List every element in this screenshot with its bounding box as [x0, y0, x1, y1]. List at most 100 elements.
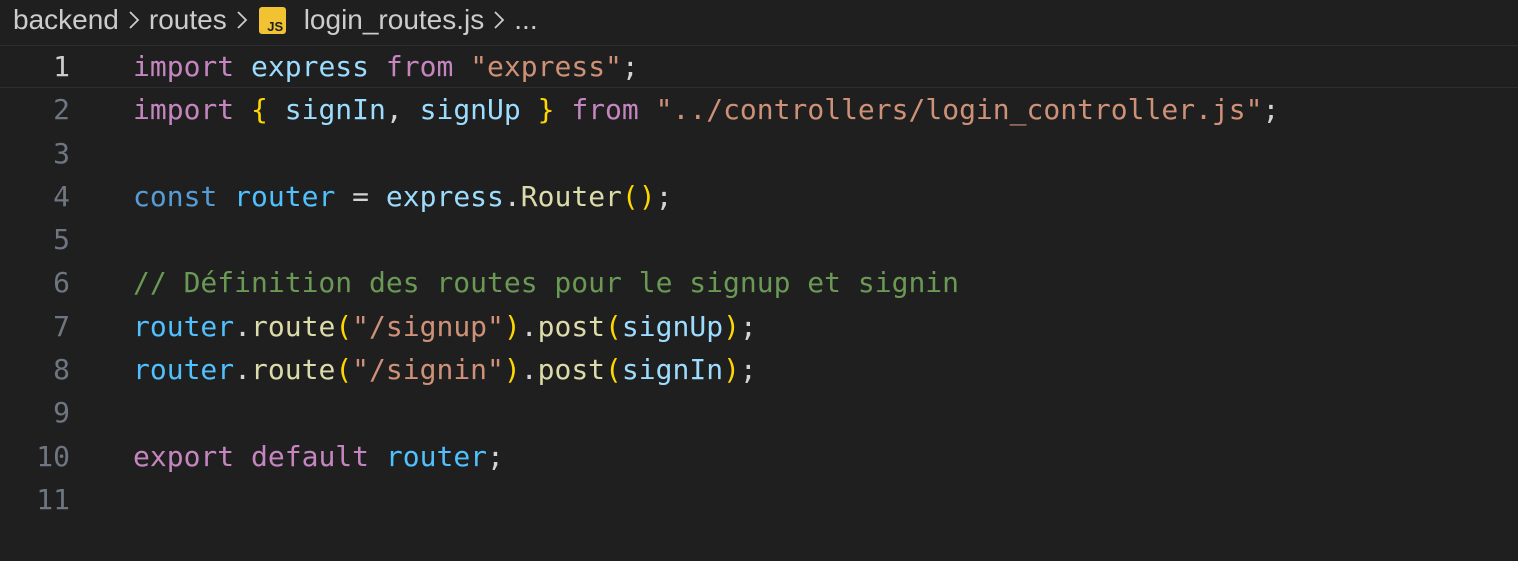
line-number: 4 — [53, 179, 70, 213]
code-text[interactable]: export default router; — [133, 435, 504, 478]
code-token: ( — [605, 353, 622, 387]
breadcrumb-symbols[interactable]: ... — [514, 4, 537, 36]
code-token: const — [133, 179, 218, 213]
code-token: ) — [503, 309, 521, 343]
code-token: route — [251, 309, 336, 343]
code-line[interactable]: 9 — [0, 391, 1518, 434]
code-line[interactable]: 4 const router = express.Router(); — [0, 175, 1518, 218]
code-token: express — [385, 179, 504, 213]
code-line[interactable]: 8 router.route("/signin").post(signIn); — [0, 348, 1518, 391]
code-text[interactable]: import express from "express"; — [133, 45, 639, 88]
code-token: signUp — [621, 309, 724, 343]
line-number: 3 — [53, 136, 70, 170]
code-token: . — [234, 309, 252, 343]
breadcrumb-folder-backend[interactable]: backend — [13, 4, 119, 36]
line-number: 2 — [53, 93, 70, 127]
chevron-right-icon — [236, 10, 248, 30]
code-token: // Définition des routes pour le signup … — [133, 266, 960, 300]
code-text[interactable]: // Définition des routes pour le signup … — [133, 261, 959, 304]
breadcrumb: backend routes JS login_routes.js ... — [0, 0, 538, 40]
code-token: default — [251, 439, 370, 473]
code-token: ) — [723, 353, 740, 387]
code-token: express — [251, 50, 370, 83]
code-token: ; — [1262, 93, 1280, 127]
code-token: signUp — [419, 93, 521, 127]
code-token: from — [571, 93, 639, 127]
code-text[interactable]: const router = express.Router(); — [133, 175, 673, 218]
code-token: "express" — [470, 50, 622, 83]
code-token: ; — [655, 179, 673, 213]
code-token: ; — [487, 439, 504, 473]
code-text[interactable]: import { signIn, signUp } from "../contr… — [133, 88, 1279, 131]
code-token: { — [251, 93, 268, 127]
code-line[interactable]: 2 import { signIn, signUp } from "../cont… — [0, 88, 1518, 131]
line-number: 8 — [53, 353, 70, 387]
line-number: 1 — [53, 50, 70, 83]
javascript-file-icon: JS — [258, 6, 286, 34]
chevron-right-icon — [128, 10, 140, 30]
code-token: post — [537, 353, 606, 387]
code-token: ( — [335, 309, 353, 343]
code-token: signIn — [284, 93, 386, 127]
code-token: import — [133, 93, 235, 127]
code-editor: backend routes JS login_routes.js ... 1 i… — [0, 0, 1518, 561]
code-token: ; — [739, 309, 757, 343]
code-token: ) — [723, 309, 740, 343]
code-line[interactable]: 7 router.route("/signup").post(signUp); — [0, 305, 1518, 348]
line-number: 5 — [53, 223, 70, 257]
code-token: "../controllers/login_controller.js" — [655, 93, 1263, 127]
code-token: . — [234, 353, 252, 387]
code-line[interactable]: 5 — [0, 218, 1518, 261]
code-token: post — [537, 309, 606, 343]
line-number: 7 — [53, 309, 70, 343]
code-token: ) — [503, 353, 521, 387]
code-token: ; — [621, 50, 639, 83]
code-text[interactable]: router.route("/signup").post(signUp); — [133, 305, 757, 348]
code-line[interactable]: 1 import express from "express"; — [0, 45, 1518, 88]
code-token: from — [385, 50, 454, 83]
code-token: export — [133, 439, 235, 473]
code-line[interactable]: 10 export default router; — [0, 435, 1518, 478]
code-token: router — [385, 439, 488, 473]
breadcrumb-file[interactable]: login_routes.js — [304, 4, 485, 36]
line-number: 10 — [36, 439, 70, 473]
code-line[interactable]: 11 — [0, 478, 1518, 521]
code-token: router — [234, 179, 336, 213]
code-token: } — [537, 93, 555, 127]
code-token: router — [133, 309, 235, 343]
js-badge-label: JS — [267, 18, 284, 34]
code-line[interactable]: 3 — [0, 132, 1518, 175]
code-token: "/signin" — [352, 353, 504, 387]
code-token: ( — [335, 353, 353, 387]
code-text[interactable]: router.route("/signin").post(signIn); — [133, 348, 757, 391]
line-number: 11 — [36, 482, 70, 516]
chevron-right-icon — [493, 10, 505, 30]
code-area[interactable]: 1 import express from "express"; 2 import {… — [0, 45, 1518, 521]
line-number: 6 — [53, 266, 70, 300]
code-token: () — [621, 179, 656, 213]
code-token: , — [385, 93, 420, 127]
code-token: import — [133, 50, 235, 83]
line-number: 9 — [53, 396, 70, 430]
code-token: ; — [739, 353, 757, 387]
code-token: signIn — [621, 353, 724, 387]
code-token: . — [520, 309, 538, 343]
code-token: "/signup" — [352, 309, 504, 343]
code-token: route — [251, 353, 336, 387]
code-token: = — [335, 179, 386, 213]
code-token: router — [133, 353, 235, 387]
code-token: Router — [520, 179, 622, 213]
breadcrumb-folder-routes[interactable]: routes — [149, 4, 227, 36]
code-line[interactable]: 6 // Définition des routes pour le signup… — [0, 261, 1518, 304]
